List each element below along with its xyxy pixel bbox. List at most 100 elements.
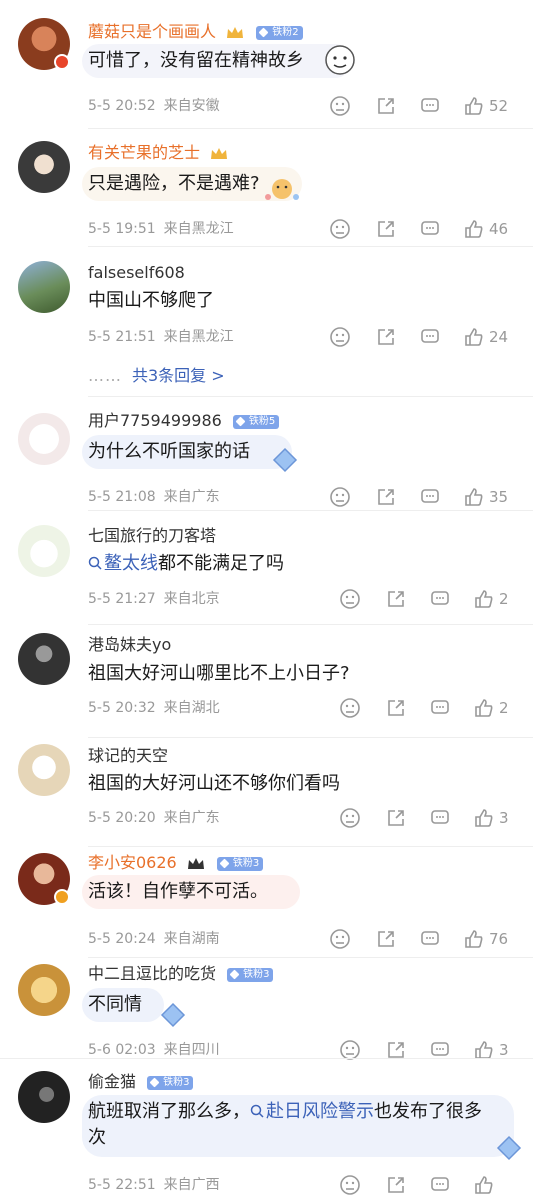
sticker-icon [265, 179, 299, 200]
share-icon[interactable] [385, 1174, 407, 1196]
comment-item: 七国旅行的刀客塔 鳌太线都不能满足了吗 5-5 21:27 来自北京 2 [0, 511, 533, 626]
unhappy-icon[interactable] [329, 326, 351, 348]
comment-icon[interactable] [419, 326, 441, 348]
unhappy-icon[interactable] [339, 588, 361, 610]
username[interactable]: 中二且逗比的吃货 铁粉3 [88, 964, 274, 984]
action-bar: 2 [327, 588, 517, 612]
comment-icon[interactable] [429, 1174, 451, 1196]
share-icon[interactable] [375, 486, 397, 508]
username[interactable]: falseself608 [88, 263, 185, 283]
avatar[interactable] [18, 141, 70, 193]
comment-text: 活该！自作孽不可活。 [88, 881, 268, 902]
more-replies-link[interactable]: …… 共3条回复 > [88, 362, 225, 386]
avatar[interactable] [18, 1071, 70, 1123]
share-icon[interactable] [375, 218, 397, 240]
fan-badge: 铁粉3 [227, 967, 274, 982]
comment-text: 祖国的大好河山还不够你们看吗 [88, 773, 340, 794]
like-count: 76 [489, 930, 509, 948]
like-count: 35 [489, 488, 509, 506]
crown-icon [187, 857, 204, 869]
unhappy-icon[interactable] [329, 95, 351, 117]
action-bar: 3 [327, 807, 517, 831]
comment-text: 鳌太线都不能满足了吗 [88, 551, 284, 577]
comment-item: 用户7759499986 铁粉5 为什么不听国家的话 5-5 21:08 来自广东… [0, 397, 533, 511]
comment-icon[interactable] [429, 697, 451, 719]
like-count: 3 [499, 1041, 509, 1059]
fan-badge: 铁粉3 [216, 856, 264, 871]
like-count: 2 [499, 590, 509, 608]
comment-meta: 5-5 20:32 来自湖北 [88, 700, 220, 716]
comment-meta: 5-6 02:03 来自四川 [88, 1042, 220, 1058]
verified-badge [54, 54, 70, 70]
like-count: 3 [499, 809, 509, 827]
share-icon[interactable] [375, 326, 397, 348]
comment-icon[interactable] [419, 928, 441, 950]
username[interactable]: 球记的天空 [88, 746, 168, 766]
topic-link[interactable]: 赴日风险警示 [250, 1101, 374, 1122]
share-icon[interactable] [375, 928, 397, 950]
username[interactable]: 港岛妹夫yo [88, 635, 171, 655]
comment-item: 李小安0626 铁粉3 活该！自作孽不可活。 5-5 20:24 来自湖南 76 [0, 847, 533, 959]
comment-item: 中二且逗比的吃货 铁粉3 不同情 5-6 02:03 来自四川 3 [0, 958, 533, 1060]
username[interactable]: 七国旅行的刀客塔 [88, 526, 216, 546]
username[interactable]: 有关芒果的芝士 [88, 143, 229, 163]
avatar[interactable] [18, 744, 70, 796]
username[interactable]: 李小安0626 铁粉3 [88, 853, 264, 873]
share-icon[interactable] [385, 697, 407, 719]
avatar[interactable] [18, 261, 70, 313]
search-icon [250, 1104, 264, 1118]
comment-item: 球记的天空 祖国的大好河山还不够你们看吗 5-5 20:20 来自广东 3 [0, 738, 533, 848]
like-icon[interactable] [463, 486, 485, 508]
comment-text: 只是遇险，不是遇难? [88, 173, 260, 194]
action-bar: 2 [327, 697, 517, 721]
like-icon[interactable] [463, 326, 485, 348]
avatar[interactable] [18, 413, 70, 465]
like-count: 46 [489, 220, 509, 238]
comment-meta: 5-5 21:51 来自黑龙江 [88, 329, 234, 345]
comment-item: falseself608 中国山不够爬了 5-5 21:51 来自黑龙江 24 …… [0, 247, 533, 397]
action-bar: 24 [327, 326, 517, 350]
action-bar: 76 [327, 928, 517, 952]
like-icon[interactable] [463, 218, 485, 240]
action-bar [327, 1174, 517, 1198]
like-icon[interactable] [473, 807, 495, 829]
fan-badge: 铁粉3 [147, 1075, 194, 1090]
comment-meta: 5-5 20:20 来自广东 [88, 810, 220, 826]
like-count: 2 [499, 699, 509, 717]
comment-item: 有关芒果的芝士 只是遇险，不是遇难? 5-5 19:51 来自黑龙江 46 [0, 129, 533, 247]
like-count: 24 [489, 328, 509, 346]
fan-badge: 铁粉2 [256, 25, 303, 40]
unhappy-icon[interactable] [339, 807, 361, 829]
comment-icon[interactable] [419, 95, 441, 117]
like-icon[interactable] [463, 928, 485, 950]
username[interactable]: 偷金猫 铁粉3 [88, 1072, 194, 1092]
crown-icon [211, 147, 228, 159]
unhappy-icon[interactable] [329, 486, 351, 508]
share-icon[interactable] [385, 588, 407, 610]
unhappy-icon[interactable] [339, 697, 361, 719]
avatar[interactable] [18, 525, 70, 577]
like-icon[interactable] [473, 1174, 495, 1196]
avatar[interactable] [18, 633, 70, 685]
comment-item: 港岛妹夫yo 祖国大好河山哪里比不上小日子? 5-5 20:32 来自湖北 2 [0, 625, 533, 738]
username[interactable]: 蘑菇只是个画画人 铁粉2 [88, 22, 303, 42]
comment-icon[interactable] [419, 218, 441, 240]
comment-meta: 5-5 21:27 来自北京 [88, 591, 220, 607]
comment-icon[interactable] [429, 588, 451, 610]
unhappy-icon[interactable] [339, 1174, 361, 1196]
like-icon[interactable] [473, 697, 495, 719]
username[interactable]: 用户7759499986 铁粉5 [88, 411, 280, 431]
comment-item: 偷金猫 铁粉3 航班取消了那么多， 赴日风险警示也发布了很多次 5-5 22:51… [0, 1059, 533, 1200]
like-icon[interactable] [473, 588, 495, 610]
unhappy-icon[interactable] [329, 928, 351, 950]
comment-icon[interactable] [419, 486, 441, 508]
action-bar: 52 [327, 95, 517, 119]
topic-link[interactable]: 鳌太线 [88, 553, 158, 574]
unhappy-icon[interactable] [329, 218, 351, 240]
avatar[interactable] [18, 964, 70, 1016]
action-bar: 46 [327, 218, 517, 242]
share-icon[interactable] [385, 807, 407, 829]
comment-icon[interactable] [429, 807, 451, 829]
share-icon[interactable] [375, 95, 397, 117]
like-icon[interactable] [463, 95, 485, 117]
